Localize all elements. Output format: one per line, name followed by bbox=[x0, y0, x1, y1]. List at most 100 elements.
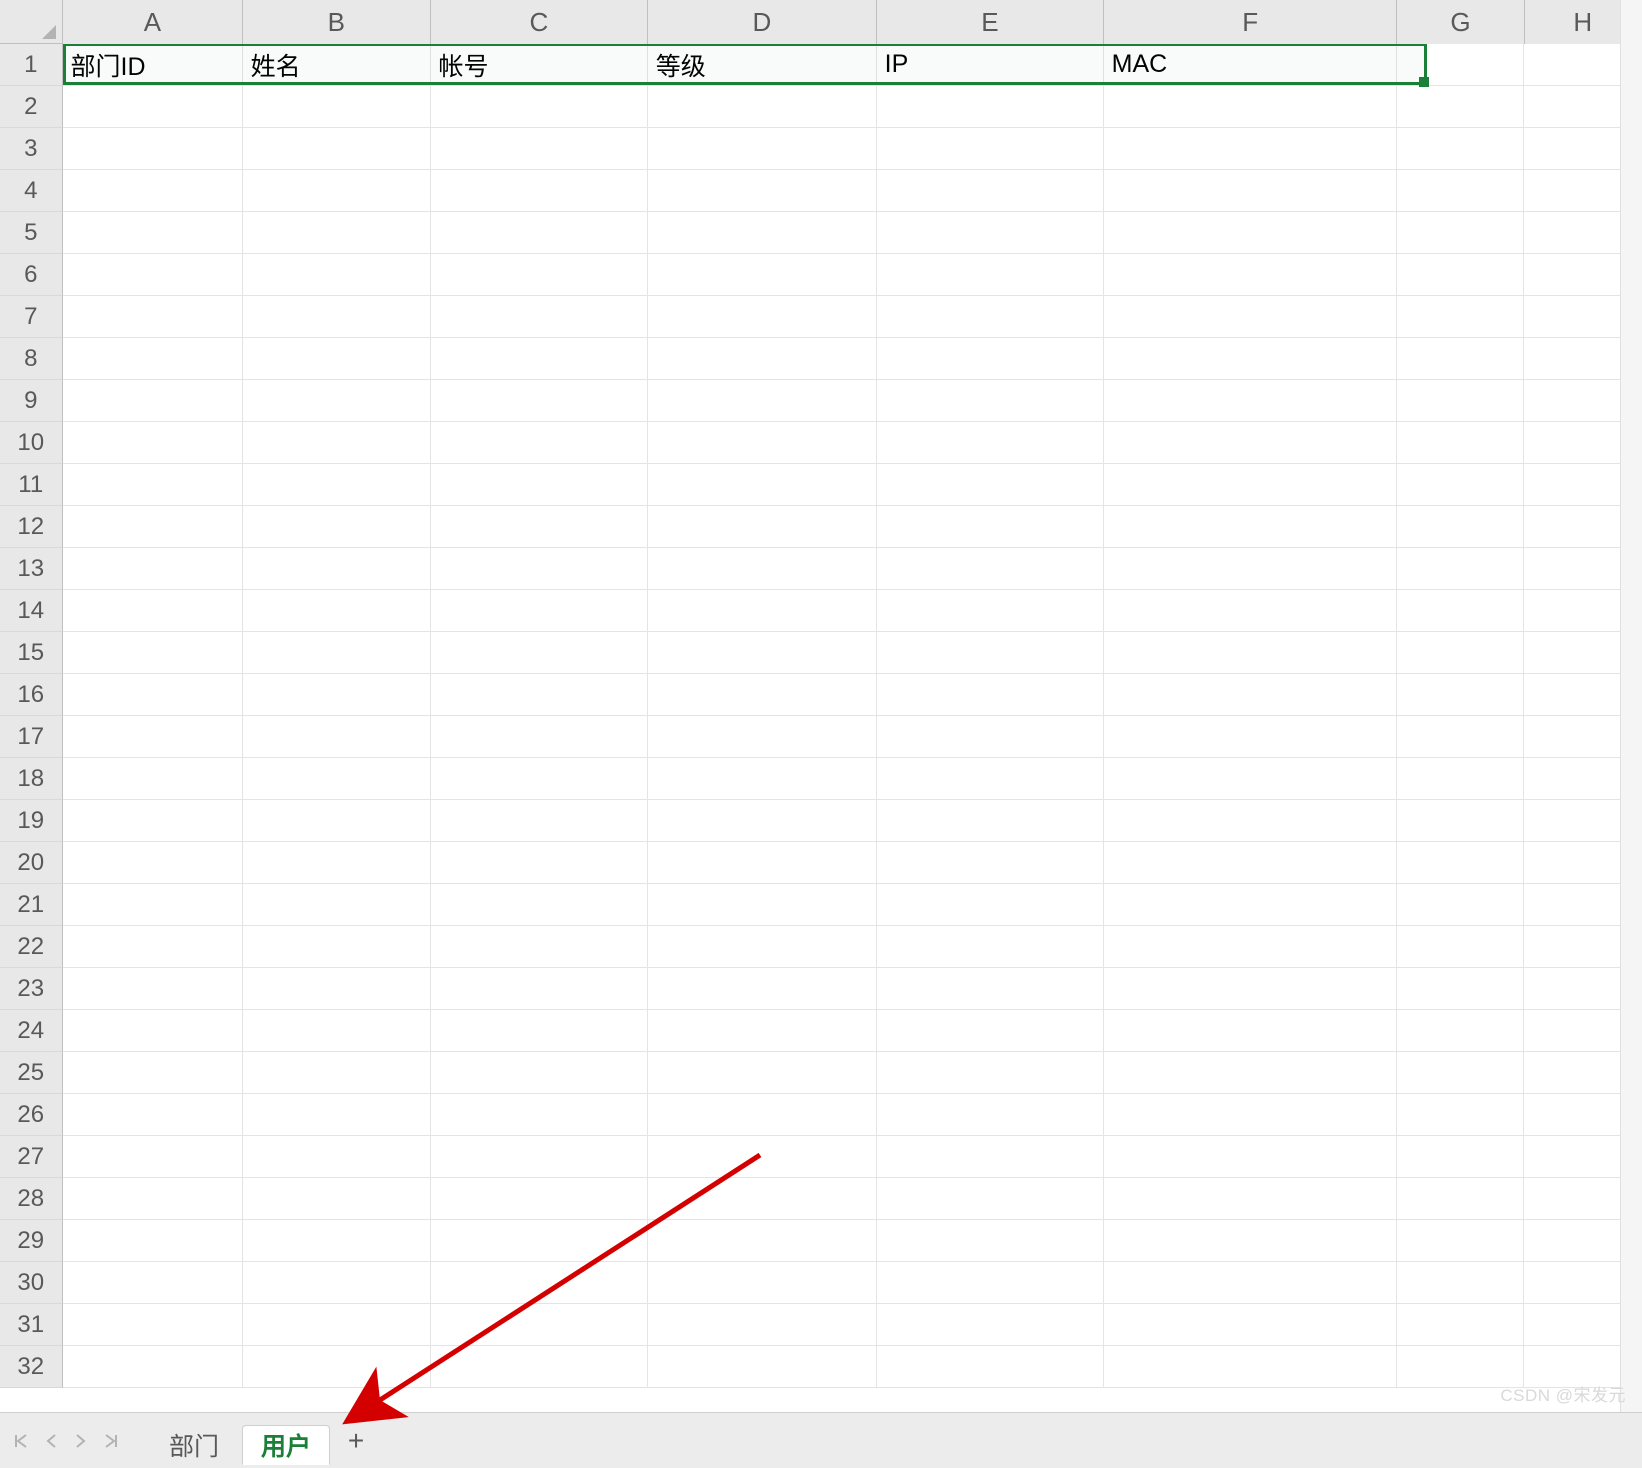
cell-D16[interactable] bbox=[648, 674, 877, 716]
cell-B15[interactable] bbox=[243, 632, 431, 674]
cell-C11[interactable] bbox=[431, 464, 648, 506]
cell-E10[interactable] bbox=[877, 422, 1104, 464]
grid-body[interactable]: 1部门ID姓名帐号等级IPMAC234567891011121314151617… bbox=[0, 44, 1642, 1412]
cell-C10[interactable] bbox=[431, 422, 648, 464]
cell-A17[interactable] bbox=[63, 716, 243, 758]
cell-A10[interactable] bbox=[63, 422, 243, 464]
cell-D15[interactable] bbox=[648, 632, 877, 674]
cell-G1[interactable] bbox=[1397, 44, 1524, 86]
cell-F10[interactable] bbox=[1104, 422, 1397, 464]
cell-D17[interactable] bbox=[648, 716, 877, 758]
row-header-26[interactable]: 26 bbox=[0, 1094, 63, 1136]
cell-D10[interactable] bbox=[648, 422, 877, 464]
cell-E21[interactable] bbox=[877, 884, 1104, 926]
cell-B1[interactable]: 姓名 bbox=[243, 44, 431, 86]
cell-C27[interactable] bbox=[431, 1136, 648, 1178]
cell-E15[interactable] bbox=[877, 632, 1104, 674]
cell-G21[interactable] bbox=[1397, 884, 1524, 926]
cell-C4[interactable] bbox=[431, 170, 648, 212]
cell-F9[interactable] bbox=[1104, 380, 1397, 422]
cell-E26[interactable] bbox=[877, 1094, 1104, 1136]
nav-prev-button[interactable] bbox=[38, 1423, 64, 1459]
cell-G2[interactable] bbox=[1397, 86, 1524, 128]
select-all-corner[interactable] bbox=[0, 0, 63, 44]
cell-B17[interactable] bbox=[243, 716, 431, 758]
cell-C18[interactable] bbox=[431, 758, 648, 800]
cell-A29[interactable] bbox=[63, 1220, 243, 1262]
cell-A5[interactable] bbox=[63, 212, 243, 254]
cell-G16[interactable] bbox=[1397, 674, 1524, 716]
column-header-C[interactable]: C bbox=[431, 0, 648, 44]
column-header-G[interactable]: G bbox=[1397, 0, 1524, 44]
cell-C14[interactable] bbox=[431, 590, 648, 632]
cell-B2[interactable] bbox=[243, 86, 431, 128]
cell-A22[interactable] bbox=[63, 926, 243, 968]
cell-G25[interactable] bbox=[1397, 1052, 1524, 1094]
cell-B25[interactable] bbox=[243, 1052, 431, 1094]
cell-F2[interactable] bbox=[1104, 86, 1397, 128]
cell-D20[interactable] bbox=[648, 842, 877, 884]
cell-F1[interactable]: MAC bbox=[1104, 44, 1397, 86]
cell-G20[interactable] bbox=[1397, 842, 1524, 884]
cell-G11[interactable] bbox=[1397, 464, 1524, 506]
cell-C12[interactable] bbox=[431, 506, 648, 548]
cell-C28[interactable] bbox=[431, 1178, 648, 1220]
cell-B28[interactable] bbox=[243, 1178, 431, 1220]
cell-B9[interactable] bbox=[243, 380, 431, 422]
cell-D6[interactable] bbox=[648, 254, 877, 296]
cell-F12[interactable] bbox=[1104, 506, 1397, 548]
cell-G14[interactable] bbox=[1397, 590, 1524, 632]
cell-G27[interactable] bbox=[1397, 1136, 1524, 1178]
cell-E32[interactable] bbox=[877, 1346, 1104, 1388]
cell-C15[interactable] bbox=[431, 632, 648, 674]
cell-A31[interactable] bbox=[63, 1304, 243, 1346]
cell-B31[interactable] bbox=[243, 1304, 431, 1346]
cell-G3[interactable] bbox=[1397, 128, 1524, 170]
nav-last-button[interactable] bbox=[98, 1423, 124, 1459]
cell-F24[interactable] bbox=[1104, 1010, 1397, 1052]
cell-B27[interactable] bbox=[243, 1136, 431, 1178]
row-header-32[interactable]: 32 bbox=[0, 1346, 63, 1388]
cell-E23[interactable] bbox=[877, 968, 1104, 1010]
row-header-2[interactable]: 2 bbox=[0, 86, 63, 128]
cell-D1[interactable]: 等级 bbox=[648, 44, 877, 86]
row-header-15[interactable]: 15 bbox=[0, 632, 63, 674]
cell-D31[interactable] bbox=[648, 1304, 877, 1346]
cell-D13[interactable] bbox=[648, 548, 877, 590]
row-header-31[interactable]: 31 bbox=[0, 1304, 63, 1346]
cell-F25[interactable] bbox=[1104, 1052, 1397, 1094]
cell-B8[interactable] bbox=[243, 338, 431, 380]
cell-B7[interactable] bbox=[243, 296, 431, 338]
row-header-16[interactable]: 16 bbox=[0, 674, 63, 716]
cell-A9[interactable] bbox=[63, 380, 243, 422]
cell-D14[interactable] bbox=[648, 590, 877, 632]
vertical-scrollbar[interactable] bbox=[1620, 0, 1642, 1412]
cell-E24[interactable] bbox=[877, 1010, 1104, 1052]
column-header-F[interactable]: F bbox=[1104, 0, 1398, 44]
cell-G17[interactable] bbox=[1397, 716, 1524, 758]
cell-B19[interactable] bbox=[243, 800, 431, 842]
cell-E9[interactable] bbox=[877, 380, 1104, 422]
cell-D11[interactable] bbox=[648, 464, 877, 506]
row-header-20[interactable]: 20 bbox=[0, 842, 63, 884]
cell-F31[interactable] bbox=[1104, 1304, 1397, 1346]
cell-E8[interactable] bbox=[877, 338, 1104, 380]
cell-F29[interactable] bbox=[1104, 1220, 1397, 1262]
cell-A30[interactable] bbox=[63, 1262, 243, 1304]
cell-B29[interactable] bbox=[243, 1220, 431, 1262]
row-header-10[interactable]: 10 bbox=[0, 422, 63, 464]
cell-B3[interactable] bbox=[243, 128, 431, 170]
row-header-7[interactable]: 7 bbox=[0, 296, 63, 338]
row-header-23[interactable]: 23 bbox=[0, 968, 63, 1010]
cell-B16[interactable] bbox=[243, 674, 431, 716]
cell-E12[interactable] bbox=[877, 506, 1104, 548]
row-header-30[interactable]: 30 bbox=[0, 1262, 63, 1304]
cell-G4[interactable] bbox=[1397, 170, 1524, 212]
row-header-4[interactable]: 4 bbox=[0, 170, 63, 212]
row-header-28[interactable]: 28 bbox=[0, 1178, 63, 1220]
cell-F27[interactable] bbox=[1104, 1136, 1397, 1178]
cell-A26[interactable] bbox=[63, 1094, 243, 1136]
row-header-3[interactable]: 3 bbox=[0, 128, 63, 170]
cell-F14[interactable] bbox=[1104, 590, 1397, 632]
row-header-17[interactable]: 17 bbox=[0, 716, 63, 758]
